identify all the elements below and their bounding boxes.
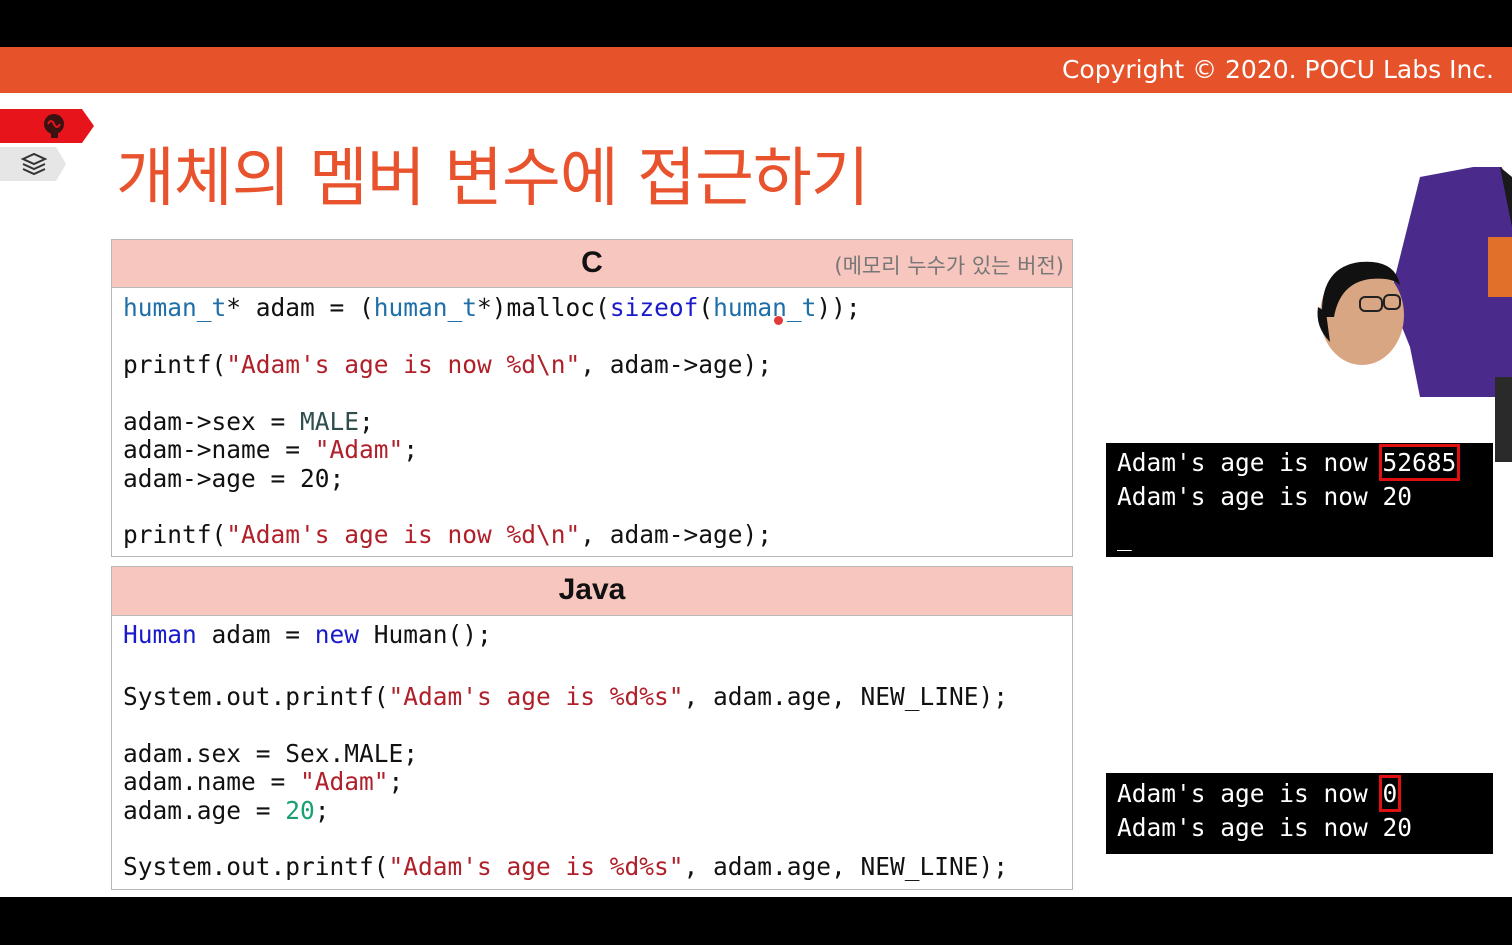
side-tab-brain — [0, 109, 94, 143]
slide-title: 개체의 멤버 변수에 접근하기 — [116, 142, 870, 216]
c-code-line-6: printf("Adam's age is now %d\n", adam->a… — [123, 520, 773, 549]
java-code-line-1: Human adam = new Human(); — [123, 620, 492, 649]
java-code-panel: Java Human adam = new Human(); System.ou… — [111, 566, 1073, 890]
c-code-line-1: human_t* adam = (human_t*)malloc(sizeof(… — [123, 293, 861, 322]
c-console-output: Adam's age is now 52685 Adam's age is no… — [1106, 443, 1493, 557]
java-code-line-4: adam.name = "Adam"; — [123, 767, 404, 796]
c-console-line-2: Adam's age is now 20 — [1117, 482, 1413, 511]
c-code-line-2: printf("Adam's age is now %d\n", adam->a… — [123, 350, 773, 379]
copyright-bar: Copyright © 2020. POCU Labs Inc. — [0, 47, 1512, 93]
java-panel-header: Java — [112, 567, 1072, 616]
java-code-line-6: System.out.printf("Adam's age is %d%s", … — [123, 852, 1009, 881]
brain-icon — [40, 109, 70, 143]
c-code-panel: C (메모리 누수가 있는 버전) human_t* adam = (human… — [111, 239, 1073, 557]
java-console-output: Adam's age is now 0 Adam's age is now 20 — [1106, 773, 1493, 854]
stack-icon — [20, 147, 48, 181]
c-console-line-1: Adam's age is now 52685 — [1117, 444, 1461, 481]
video-bottom-letterbox — [0, 897, 1512, 945]
c-panel-note: (메모리 누수가 있는 버전) — [834, 254, 1064, 278]
video-top-letterbox — [0, 0, 1512, 47]
java-code-line-3: adam.sex = Sex.MALE; — [123, 739, 419, 768]
copyright-text: Copyright © 2020. POCU Labs Inc. — [1061, 55, 1494, 84]
c-code-line-3: adam->sex = MALE; — [123, 407, 374, 436]
slide: Copyright © 2020. POCU Labs Inc. 개체의 멤버 … — [0, 47, 1512, 897]
java-code-line-2: System.out.printf("Adam's age is %d%s", … — [123, 682, 1009, 711]
console-cursor: _ — [1117, 522, 1132, 551]
java-language-label: Java — [558, 573, 626, 606]
presenter-video — [1300, 162, 1512, 462]
c-code-line-5: adam->age = 20; — [123, 464, 345, 493]
java-console-line-2: Adam's age is now 20 — [1117, 813, 1413, 842]
c-code-line-4: adam->name = "Adam"; — [123, 435, 419, 464]
java-code-line-5: adam.age = 20; — [123, 796, 330, 825]
c-panel-header: C (메모리 누수가 있는 버전) — [112, 240, 1072, 288]
java-console-line-1: Adam's age is now 0 — [1117, 775, 1402, 812]
c-garbage-value-highlight: 52685 — [1378, 444, 1461, 481]
side-tab-stack — [0, 147, 66, 181]
laser-pointer-dot — [774, 316, 783, 325]
java-default-value-highlight: 0 — [1378, 775, 1402, 812]
